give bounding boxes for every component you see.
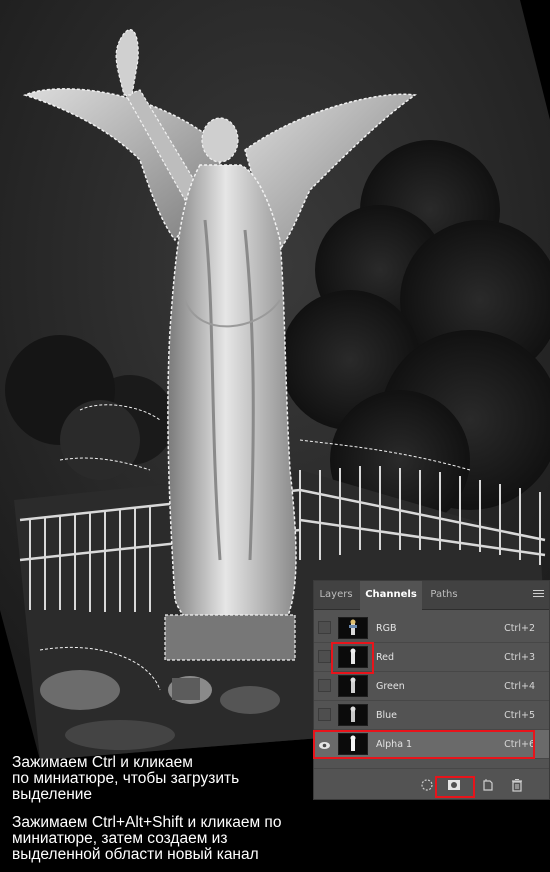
channel-thumbnail[interactable] [338,675,368,697]
channel-shortcut: Ctrl+6 [504,739,535,750]
caption-load-selection: Зажимаем Ctrl и кликаем по миниатюре, чт… [12,755,239,803]
caption-line: по миниатюре, чтобы загрузить [12,770,240,787]
caption-line: выделенной области новый канал [12,846,259,863]
channel-name: Blue [376,710,398,721]
tab-paths[interactable]: Paths [424,581,464,609]
visibility-toggle[interactable] [318,621,331,634]
save-selection-as-channel-icon[interactable] [447,777,461,791]
channel-row-red[interactable]: Red Ctrl+3 [314,643,549,672]
channel-name: Red [376,652,395,663]
tab-layers[interactable]: Layers [314,581,358,609]
load-selection-icon[interactable] [420,777,434,791]
caption-line: Зажимаем Ctrl и кликаем [12,754,193,771]
channel-row-alpha-1[interactable]: Alpha 1 Ctrl+6 [314,730,549,759]
channel-row-rgb[interactable]: RGB Ctrl+2 [314,614,549,643]
eye-icon[interactable] [318,737,331,750]
channel-row-blue[interactable]: Blue Ctrl+5 [314,701,549,730]
channel-shortcut: Ctrl+2 [504,623,535,634]
panel-menu-icon[interactable] [533,590,544,600]
channel-row-green[interactable]: Green Ctrl+4 [314,672,549,701]
channel-name: RGB [376,623,397,634]
channel-shortcut: Ctrl+5 [504,710,535,721]
channel-name: Alpha 1 [376,739,413,750]
channel-shortcut: Ctrl+4 [504,681,535,692]
channels-panel: Layers Channels Paths RGB Ctrl+2 Red Ctr… [313,580,550,800]
channel-thumbnail[interactable] [338,617,368,639]
caption-new-channel: Зажимаем Ctrl+Alt+Shift и кликаем по мин… [12,815,281,863]
caption-line: выделение [12,786,93,803]
trash-icon[interactable] [510,777,524,792]
caption-line: Зажимаем Ctrl+Alt+Shift и кликаем по [12,814,282,831]
channel-name: Green [376,681,405,692]
visibility-toggle[interactable] [318,679,331,692]
tab-channels[interactable]: Channels [360,581,422,610]
visibility-toggle[interactable] [318,650,331,663]
channel-thumbnail[interactable] [338,646,368,668]
channel-shortcut: Ctrl+3 [504,652,535,663]
channel-thumbnail[interactable] [338,733,368,755]
caption-line: миниатюре, затем создаем из [12,830,228,847]
new-channel-icon[interactable] [481,777,495,791]
panel-tabs: Layers Channels Paths [314,581,549,610]
visibility-toggle[interactable] [318,708,331,721]
channel-thumbnail[interactable] [338,704,368,726]
panel-footer [314,768,549,799]
